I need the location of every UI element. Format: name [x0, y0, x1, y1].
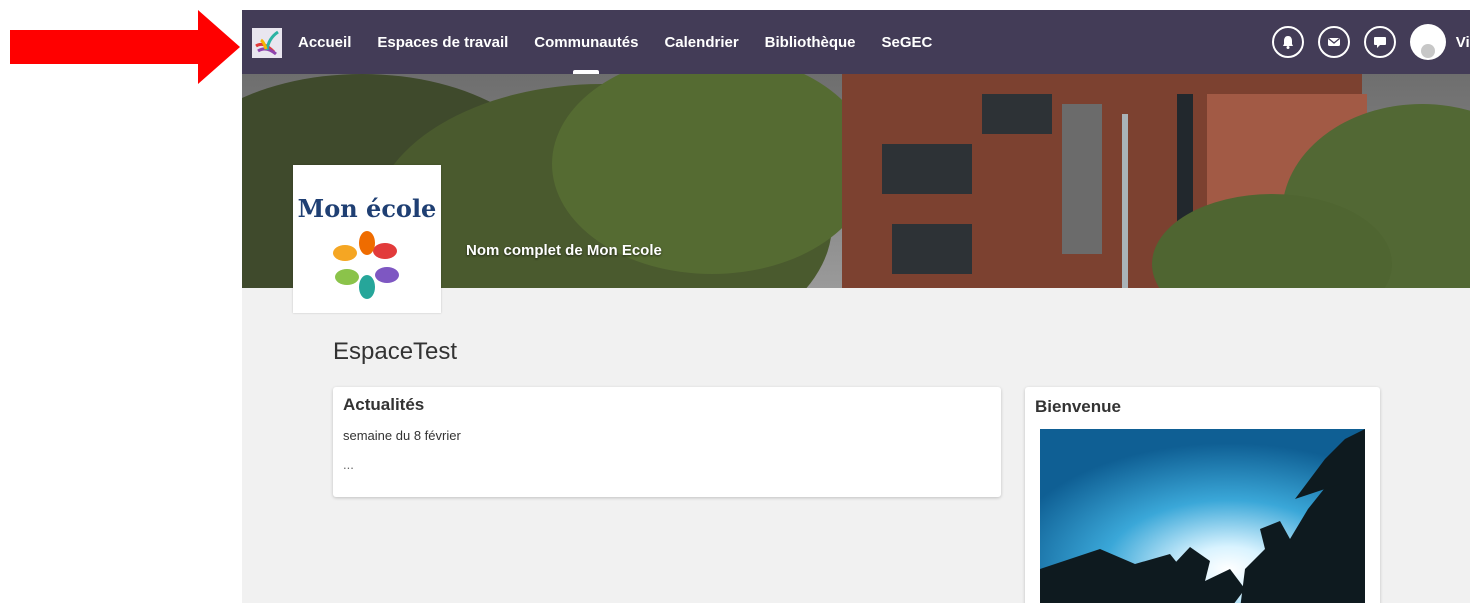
- school-logo[interactable]: Mon école: [293, 165, 441, 313]
- app-window: Accueil Espaces de travail Communautés C…: [242, 10, 1470, 603]
- nav-item-calendrier[interactable]: Calendrier: [664, 10, 738, 74]
- mail-icon: [1327, 37, 1340, 46]
- user-name[interactable]: Vic: [1456, 34, 1470, 51]
- annotation-arrow-icon: [10, 10, 240, 84]
- news-ellipsis: ...: [343, 457, 354, 472]
- chat-icon: [1373, 37, 1386, 48]
- nav-item-segec[interactable]: SeGEC: [882, 10, 933, 74]
- platform-logo-icon[interactable]: [252, 28, 282, 58]
- welcome-image: [1040, 429, 1365, 603]
- nav-item-accueil[interactable]: Accueil: [298, 10, 351, 74]
- welcome-card: Bienvenue: [1025, 387, 1380, 603]
- puzzle-photo-icon: [1040, 429, 1365, 603]
- nav-item-espaces-de-travail[interactable]: Espaces de travail: [377, 10, 508, 74]
- school-full-name: Nom complet de Mon Ecole: [466, 242, 662, 259]
- nav-item-bibliotheque[interactable]: Bibliothèque: [765, 10, 856, 74]
- messages-button[interactable]: [1317, 26, 1350, 58]
- user-avatar[interactable]: [1409, 24, 1446, 60]
- chat-button[interactable]: [1363, 26, 1396, 58]
- news-title: Actualités: [343, 395, 425, 414]
- nav-item-communautes[interactable]: Communautés: [534, 10, 638, 74]
- news-card: Actualités semaine du 8 février ...: [333, 387, 1001, 497]
- bell-icon: [1282, 36, 1293, 49]
- notifications-button[interactable]: [1271, 26, 1304, 58]
- welcome-title: Bienvenue: [1035, 397, 1121, 416]
- page-title: EspaceTest: [333, 338, 458, 365]
- news-week-text: semaine du 8 février: [343, 428, 461, 443]
- topbar-actions: Vic: [1271, 10, 1470, 74]
- school-logo-text: Mon école: [298, 194, 437, 223]
- top-navigation-bar: Accueil Espaces de travail Communautés C…: [242, 10, 1470, 74]
- main-nav: Accueil Espaces de travail Communautés C…: [298, 10, 932, 74]
